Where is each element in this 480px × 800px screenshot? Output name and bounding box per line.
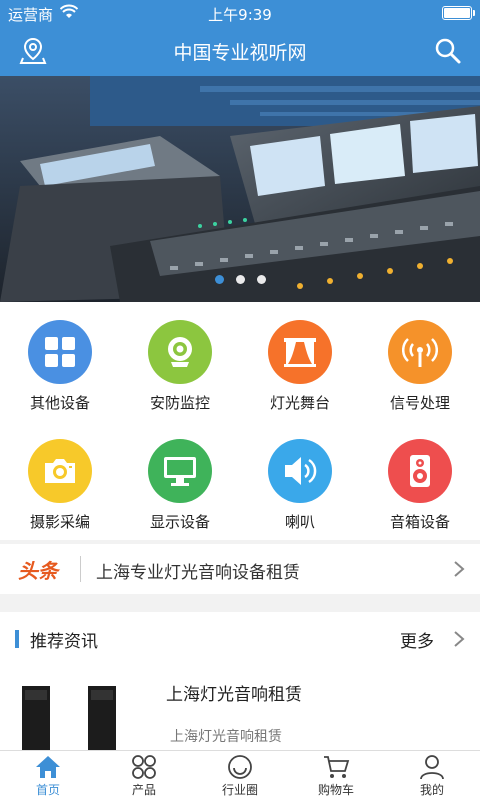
home-icon — [36, 756, 60, 778]
headline-ticker[interactable]: 头条 上海专业灯光音响设备租赁 — [0, 544, 480, 594]
banner-carousel[interactable] — [0, 76, 480, 302]
category-label: 灯光舞台 — [269, 394, 330, 412]
chevron-right-icon[interactable] — [452, 630, 466, 648]
tab-industry-circle[interactable]: 行业圈 — [192, 751, 288, 800]
battery-icon — [442, 6, 475, 20]
category-photography[interactable]: 摄影采编 — [0, 421, 120, 540]
section-title: 推荐资讯 — [30, 632, 98, 652]
recommended-news-section: 推荐资讯 更多 上海灯光音响租赁 上海灯光音响租赁 — [0, 612, 480, 750]
speaker-icon — [268, 439, 332, 503]
carousel-dot[interactable] — [235, 275, 245, 284]
products-icon — [132, 755, 156, 779]
category-security-monitoring[interactable]: 安防监控 — [120, 302, 240, 421]
carousel-dot[interactable] — [256, 275, 266, 284]
tab-products[interactable]: 产品 — [96, 751, 192, 800]
news-title: 上海灯光音响租赁 — [166, 685, 302, 705]
category-grid: 其他设备 安防监控 灯光舞台 信号处理 摄影采编 显示设备 喇叭 音箱设备 — [0, 302, 480, 540]
category-other-devices[interactable]: 其他设备 — [0, 302, 120, 421]
webcam-icon — [148, 320, 212, 384]
headline-text[interactable]: 上海专业灯光音响设备租赁 — [96, 558, 300, 583]
category-speaker-box[interactable]: 音箱设备 — [360, 421, 480, 540]
page-title: 中国专业视听网 — [173, 42, 307, 64]
tab-home[interactable]: 首页 — [0, 751, 96, 800]
speaker-box-icon — [388, 439, 452, 503]
category-label: 摄影采编 — [29, 513, 90, 531]
carousel-indicators[interactable] — [0, 269, 480, 288]
divider — [80, 556, 81, 582]
news-description: 上海灯光音响租赁 — [170, 729, 282, 745]
clock: 上午9:39 — [208, 6, 272, 24]
more-link[interactable]: 更多 — [400, 627, 434, 652]
category-label: 其他设备 — [29, 394, 90, 412]
category-display-devices[interactable]: 显示设备 — [120, 421, 240, 540]
tab-cart[interactable]: 购物车 — [288, 751, 384, 800]
tab-label: 首页 — [35, 783, 60, 797]
monitor-icon — [148, 439, 212, 503]
news-thumbnail — [22, 686, 116, 750]
headline-tag: 头条 — [18, 559, 58, 583]
circle-icon — [228, 755, 252, 779]
tab-label: 行业圈 — [221, 783, 258, 797]
category-speaker[interactable]: 喇叭 — [240, 421, 360, 540]
stage-icon — [268, 320, 332, 384]
bottom-tab-bar: 首页 产品 行业圈 购物车 我的 — [0, 750, 480, 800]
category-label: 信号处理 — [389, 394, 450, 412]
user-icon — [420, 755, 444, 780]
category-lighting-stage[interactable]: 灯光舞台 — [240, 302, 360, 421]
tab-label: 我的 — [419, 783, 444, 797]
signal-icon — [388, 320, 452, 384]
category-label: 音箱设备 — [389, 513, 450, 531]
category-label: 喇叭 — [284, 513, 315, 531]
category-label: 安防监控 — [149, 394, 210, 412]
camera-icon — [28, 439, 92, 503]
chevron-right-icon[interactable] — [452, 560, 466, 578]
carousel-dot[interactable] — [214, 275, 224, 284]
app-header: 中国专业视听网 — [0, 26, 480, 76]
tab-label: 产品 — [131, 783, 156, 797]
tab-label: 购物车 — [317, 783, 354, 797]
cart-icon — [324, 756, 350, 778]
section-accent-bar — [15, 630, 19, 648]
category-signal-processing[interactable]: 信号处理 — [360, 302, 480, 421]
category-label: 显示设备 — [149, 513, 210, 531]
status-bar: 运营商 上午9:39 — [0, 0, 480, 26]
search-icon[interactable] — [432, 36, 462, 66]
grid-icon — [28, 320, 92, 384]
tab-profile[interactable]: 我的 — [384, 751, 480, 800]
news-item[interactable]: 上海灯光音响租赁 上海灯光音响租赁 — [0, 668, 480, 750]
